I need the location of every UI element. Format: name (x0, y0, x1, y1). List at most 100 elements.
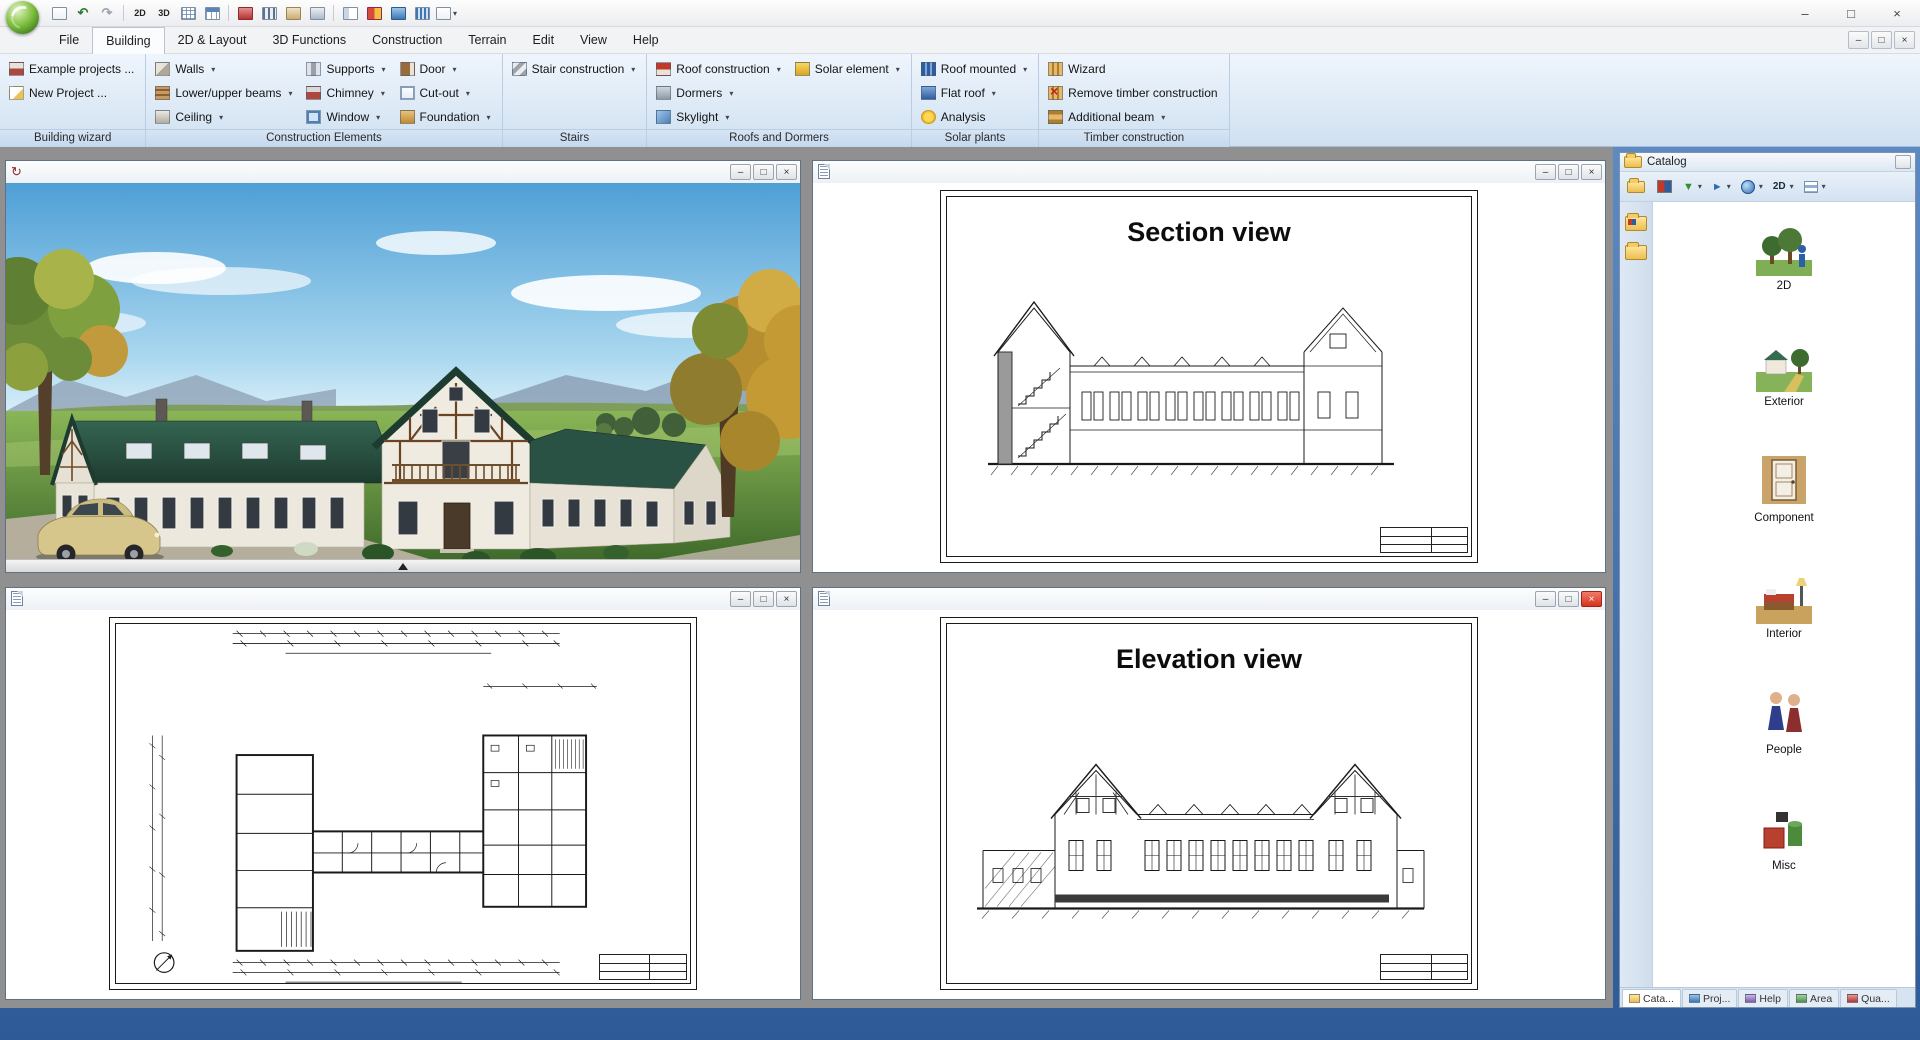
catalog-item-misc[interactable]: Misc (1724, 800, 1844, 872)
sheet-title: Elevation view (941, 644, 1478, 675)
analysis-button[interactable]: Analysis (916, 105, 1034, 129)
door-button[interactable]: Door▾ (395, 57, 498, 81)
flat-roof-button[interactable]: Flat roof▾ (916, 81, 1034, 105)
menu-tab-building[interactable]: Building (92, 27, 164, 54)
view-2d-button[interactable]: 2D (129, 3, 151, 23)
menu-tab-file[interactable]: File (46, 27, 92, 53)
catalog-download-button[interactable]: ▼▾ (1680, 175, 1705, 199)
window-maximize-button[interactable]: □ (1558, 591, 1579, 607)
window-minimize-button[interactable]: – (730, 164, 751, 180)
menu-tab-construction[interactable]: Construction (359, 27, 455, 53)
window-minimize-button[interactable]: – (1535, 164, 1556, 180)
catalog-display-options-button[interactable]: ▾ (1801, 175, 1829, 199)
view-3d-button[interactable]: 3D (153, 3, 175, 23)
new-document-button[interactable] (48, 3, 70, 23)
roof-construction-button[interactable]: Roof construction▾ (651, 57, 787, 81)
title-bar[interactable]: ↶ ↷ 2D 3D ▾ – □ × (0, 0, 1920, 27)
app-close-button[interactable]: × (1874, 0, 1920, 27)
layout-button[interactable] (339, 3, 361, 23)
redo-button[interactable]: ↷ (96, 3, 118, 23)
catalog-item-people[interactable]: People (1724, 684, 1844, 756)
tab-help[interactable]: Help (1738, 989, 1788, 1007)
flag-button[interactable] (363, 3, 385, 23)
catalog-item-2d[interactable]: 2D (1724, 220, 1844, 292)
window-maximize-button[interactable]: □ (1558, 164, 1579, 180)
horizontal-scrollbar[interactable] (6, 559, 800, 572)
tab-quantities[interactable]: Qua... (1840, 989, 1897, 1007)
window-minimize-button[interactable]: – (730, 591, 751, 607)
roof-mounted-button[interactable]: Roof mounted▾ (916, 57, 1034, 81)
select-button[interactable] (306, 3, 328, 23)
lower-upper-beams-button[interactable]: Lower/upper beams▾ (150, 81, 299, 105)
mdi-minimize-button[interactable]: – (1848, 31, 1869, 49)
cut-out-button[interactable]: Cut-out▾ (395, 81, 498, 105)
dimension-button[interactable] (411, 3, 433, 23)
chimney-button[interactable]: Chimney▾ (301, 81, 392, 105)
walls-button[interactable]: Walls▾ (150, 57, 299, 81)
stair-construction-button[interactable]: Stair construction▾ (507, 57, 643, 81)
table-view-button[interactable] (201, 3, 223, 23)
catalog-header[interactable]: Catalog (1620, 153, 1915, 172)
remove-timber-construction-button[interactable]: Remove timber construction (1043, 81, 1224, 105)
timber-wizard-button[interactable]: Wizard (1043, 57, 1224, 81)
catalog-web-button[interactable]: ▾ (1738, 175, 1766, 199)
example-projects-button[interactable]: Example projects ... (4, 57, 141, 81)
window-maximize-button[interactable]: □ (753, 591, 774, 607)
catalog-open-button[interactable] (1652, 175, 1676, 199)
catalog-folder-icon[interactable] (1625, 245, 1647, 260)
window-close-button[interactable]: × (1581, 591, 1602, 607)
supports-button[interactable]: Supports▾ (301, 57, 392, 81)
window-button[interactable]: Window▾ (301, 105, 392, 129)
hatch-button[interactable] (258, 3, 280, 23)
window-minimize-button[interactable]: – (1535, 591, 1556, 607)
menu-tab-2d-layout[interactable]: 2D & Layout (165, 27, 260, 53)
elevation-drawing-canvas[interactable]: Elevation view (813, 610, 1605, 999)
grid-view-button[interactable] (177, 3, 199, 23)
window-titlebar[interactable]: – □ × (813, 588, 1605, 610)
menu-tab-3d-functions[interactable]: 3D Functions (259, 27, 359, 53)
tab-project[interactable]: Proj... (1682, 989, 1737, 1007)
window-titlebar[interactable]: ↻ – □ × (6, 161, 800, 183)
menu-tab-view[interactable]: View (567, 27, 620, 53)
catalog-item-component[interactable]: Component (1724, 452, 1844, 524)
catalog-pin-button[interactable] (1895, 155, 1911, 169)
catalog-item-interior[interactable]: Interior (1724, 568, 1844, 640)
solar-element-button[interactable]: Solar element▾ (790, 57, 907, 81)
catalog-transfer-button[interactable]: ►▾ (1709, 175, 1734, 199)
catalog-item-label: Component (1754, 512, 1813, 524)
menu-tab-help[interactable]: Help (620, 27, 672, 53)
window-close-button[interactable]: × (776, 164, 797, 180)
paint-button[interactable] (387, 3, 409, 23)
additional-beam-button[interactable]: Additional beam▾ (1043, 105, 1224, 129)
tab-catalog[interactable]: Cata... (1622, 989, 1681, 1007)
catalog-folder-icon[interactable] (1625, 216, 1647, 231)
menu-tab-terrain[interactable]: Terrain (455, 27, 519, 53)
3d-viewport-canvas[interactable] (6, 183, 800, 572)
window-titlebar[interactable]: – □ × (6, 588, 800, 610)
draw-button[interactable] (234, 3, 256, 23)
app-logo-icon[interactable] (6, 1, 39, 34)
mdi-close-button[interactable]: × (1894, 31, 1915, 49)
floor-plan-canvas[interactable] (6, 610, 800, 999)
catalog-item-exterior[interactable]: Exterior (1724, 336, 1844, 408)
window-close-button[interactable]: × (1581, 164, 1602, 180)
measure-button[interactable] (282, 3, 304, 23)
menu-tab-edit[interactable]: Edit (520, 27, 568, 53)
undo-button[interactable]: ↶ (72, 3, 94, 23)
dormers-button[interactable]: Dormers▾ (651, 81, 787, 105)
foundation-button[interactable]: Foundation▾ (395, 105, 498, 129)
catalog-new-button[interactable] (1624, 175, 1648, 199)
window-maximize-button[interactable]: □ (753, 164, 774, 180)
catalog-view-mode-button[interactable]: 2D▾ (1770, 175, 1797, 199)
window-close-button[interactable]: × (776, 591, 797, 607)
section-drawing-canvas[interactable]: Section view (813, 183, 1605, 572)
ceiling-button[interactable]: Ceiling▾ (150, 105, 299, 129)
mdi-restore-button[interactable]: □ (1871, 31, 1892, 49)
window-titlebar[interactable]: – □ × (813, 161, 1605, 183)
new-project-button[interactable]: New Project ... (4, 81, 141, 105)
skylight-button[interactable]: Skylight▾ (651, 105, 787, 129)
new-view-button[interactable]: ▾ (435, 3, 458, 23)
tab-area[interactable]: Area (1789, 989, 1839, 1007)
app-minimize-button[interactable]: – (1782, 0, 1828, 27)
app-maximize-button[interactable]: □ (1828, 0, 1874, 27)
